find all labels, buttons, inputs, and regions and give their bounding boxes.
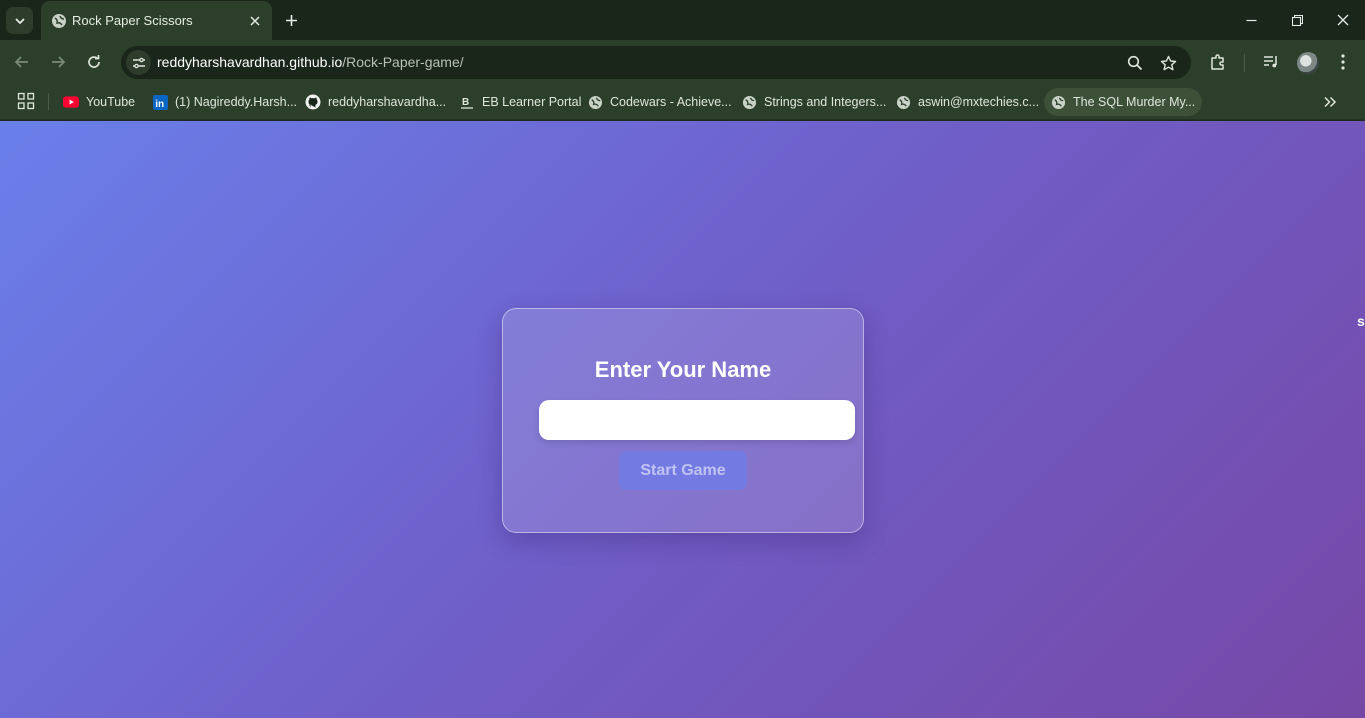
puzzle-icon	[1211, 54, 1224, 70]
tab-active[interactable]: Rock Paper Scissors	[41, 1, 272, 40]
bookmark-star-button[interactable]	[1159, 54, 1177, 72]
reload-icon	[88, 55, 100, 68]
globe-icon	[587, 94, 603, 110]
close-icon	[249, 15, 260, 26]
bookmarks-bar: YouTube in (1) Nagireddy.Harsh... reddyh…	[0, 84, 1365, 120]
tune-icon	[132, 57, 145, 68]
svg-text:B: B	[462, 97, 469, 108]
bookmark-label: (1) Nagireddy.Harsh...	[175, 95, 298, 109]
bookmark-label: YouTube	[86, 95, 136, 109]
new-tab-button[interactable]	[282, 11, 301, 30]
tab-strip: Rock Paper Scissors	[0, 0, 1365, 40]
bookmark-eb-learner-portal[interactable]: B EB Learner Portal	[453, 88, 588, 116]
github-icon	[305, 94, 321, 110]
plus-icon	[286, 15, 297, 26]
more-vertical-icon	[1341, 54, 1345, 70]
reload-button[interactable]	[83, 51, 105, 73]
name-input[interactable]	[539, 400, 855, 440]
toolbar-divider	[1244, 54, 1245, 72]
minimize-button[interactable]	[1228, 0, 1274, 40]
arrow-right-icon	[52, 56, 66, 68]
url-host: reddyharshavardhan.github.io	[157, 54, 343, 70]
forward-button[interactable]	[47, 51, 69, 73]
restore-icon	[1291, 14, 1303, 26]
restore-button[interactable]	[1274, 0, 1320, 40]
start-game-button[interactable]: Start Game	[619, 451, 747, 490]
eb-icon: B	[459, 94, 475, 110]
back-button[interactable]	[11, 51, 33, 73]
bookmark-github[interactable]: reddyharshavardha...	[299, 88, 453, 116]
bookmark-label: EB Learner Portal	[482, 95, 582, 109]
address-bar[interactable]: reddyharshavardhan.github.io/Rock-Paper-…	[121, 46, 1191, 79]
url-path: /Rock-Paper-game/	[342, 54, 464, 70]
close-window-button[interactable]	[1320, 0, 1365, 40]
bookmark-label: aswin@mxtechies.c...	[918, 95, 1040, 109]
zoom-button[interactable]	[1126, 54, 1144, 72]
site-info-button[interactable]	[126, 50, 151, 75]
card-title: Enter Your Name	[594, 357, 772, 382]
bookmark-strings-integers[interactable]: Strings and Integers...	[735, 88, 893, 116]
tab-title: Rock Paper Scissors	[72, 13, 193, 28]
bookmark-label: reddyharshavardha...	[328, 95, 447, 109]
browser-toolbar: reddyharshavardhan.github.io/Rock-Paper-…	[0, 40, 1365, 84]
clipped-text: s	[1357, 313, 1365, 329]
svg-text:in: in	[155, 99, 164, 110]
minimize-icon	[1246, 19, 1256, 21]
star-icon	[1160, 55, 1176, 70]
extensions-button[interactable]	[1208, 52, 1228, 72]
bookmark-linkedin[interactable]: in (1) Nagireddy.Harsh...	[146, 88, 304, 116]
bookmark-codewars[interactable]: Codewars - Achieve...	[581, 88, 739, 116]
globe-icon	[741, 94, 757, 110]
chevron-down-icon	[14, 17, 25, 24]
bookmark-label: Codewars - Achieve...	[610, 95, 732, 109]
bookmark-sql-murder-mystery[interactable]: The SQL Murder My...	[1044, 88, 1203, 116]
name-entry-card: Enter Your Name Start Game	[502, 308, 864, 533]
close-icon	[1337, 14, 1349, 26]
bookmark-youtube[interactable]: YouTube	[57, 88, 142, 116]
linkedin-icon: in	[152, 94, 168, 110]
zoom-icon	[1127, 55, 1143, 71]
bookmark-label: The SQL Murder My...	[1073, 95, 1196, 109]
apps-grid-icon[interactable]	[17, 92, 35, 110]
tab-close-button[interactable]	[246, 12, 263, 29]
double-chevron-right-icon	[1324, 96, 1337, 108]
bookmarks-divider	[48, 93, 49, 110]
playlist-icon	[1264, 56, 1277, 68]
youtube-icon	[63, 94, 79, 110]
browser-menu-button[interactable]	[1333, 52, 1353, 72]
page-background: Enter Your Name Start Game s	[0, 121, 1365, 718]
profile-avatar[interactable]	[1297, 52, 1319, 74]
globe-icon	[52, 14, 66, 28]
bookmark-label: Strings and Integers...	[764, 95, 887, 109]
arrow-left-icon	[14, 56, 28, 68]
globe-icon	[895, 94, 911, 110]
globe-icon	[1050, 94, 1066, 110]
url-text[interactable]: reddyharshavardhan.github.io/Rock-Paper-…	[157, 54, 464, 70]
more-bookmarks-button[interactable]	[1320, 92, 1340, 112]
bookmark-aswin[interactable]: aswin@mxtechies.c...	[889, 88, 1046, 116]
media-controls-button[interactable]	[1261, 52, 1281, 72]
tab-search-button[interactable]	[6, 7, 33, 34]
